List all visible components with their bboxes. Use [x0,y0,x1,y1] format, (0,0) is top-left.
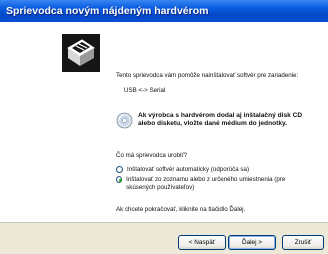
continue-hint: Ak chcete pokračovať, kliknite na tlačid… [116,206,246,213]
wizard-window: Sprievodca novým nájdeným hardvérom Tent… [0,0,328,254]
intro-text: Tento sprievodca vám pomôže nainštalovať… [116,72,299,79]
radio-from-list[interactable] [116,176,123,183]
radio-automatic[interactable] [116,166,123,173]
option-from-list[interactable]: Inštalovať zo zoznamu alebo z určeného u… [116,176,316,191]
next-button[interactable]: Ďalej > [228,235,276,250]
hardware-wizard-icon [62,34,100,72]
device-name: USB <-> Serial [124,87,166,94]
option-automatic[interactable]: Inštalovať softvér automaticky (odporúča… [116,166,249,174]
window-title: Sprievodca novým nájdeným hardvérom [0,0,328,22]
question-label: Čo má sprievodca urobiť? [116,152,188,159]
wizard-content: Tento sprievodca vám pomôže nainštalovať… [0,22,328,222]
cd-disc-icon [116,112,133,129]
wizard-side-panel [0,22,108,222]
option-from-list-label: Inštalovať zo zoznamu alebo z určeného u… [126,176,286,191]
back-button[interactable]: < Naspäť [178,235,226,250]
option-automatic-label: Inštalovať softvér automaticky (odporúča… [127,166,250,173]
cancel-button[interactable]: Zrušiť [282,235,324,250]
cd-notice: Ak výrobca s hardvérom dodal aj inštalač… [138,112,303,127]
button-bar: < Naspäť Ďalej > Zrušiť [0,222,328,254]
